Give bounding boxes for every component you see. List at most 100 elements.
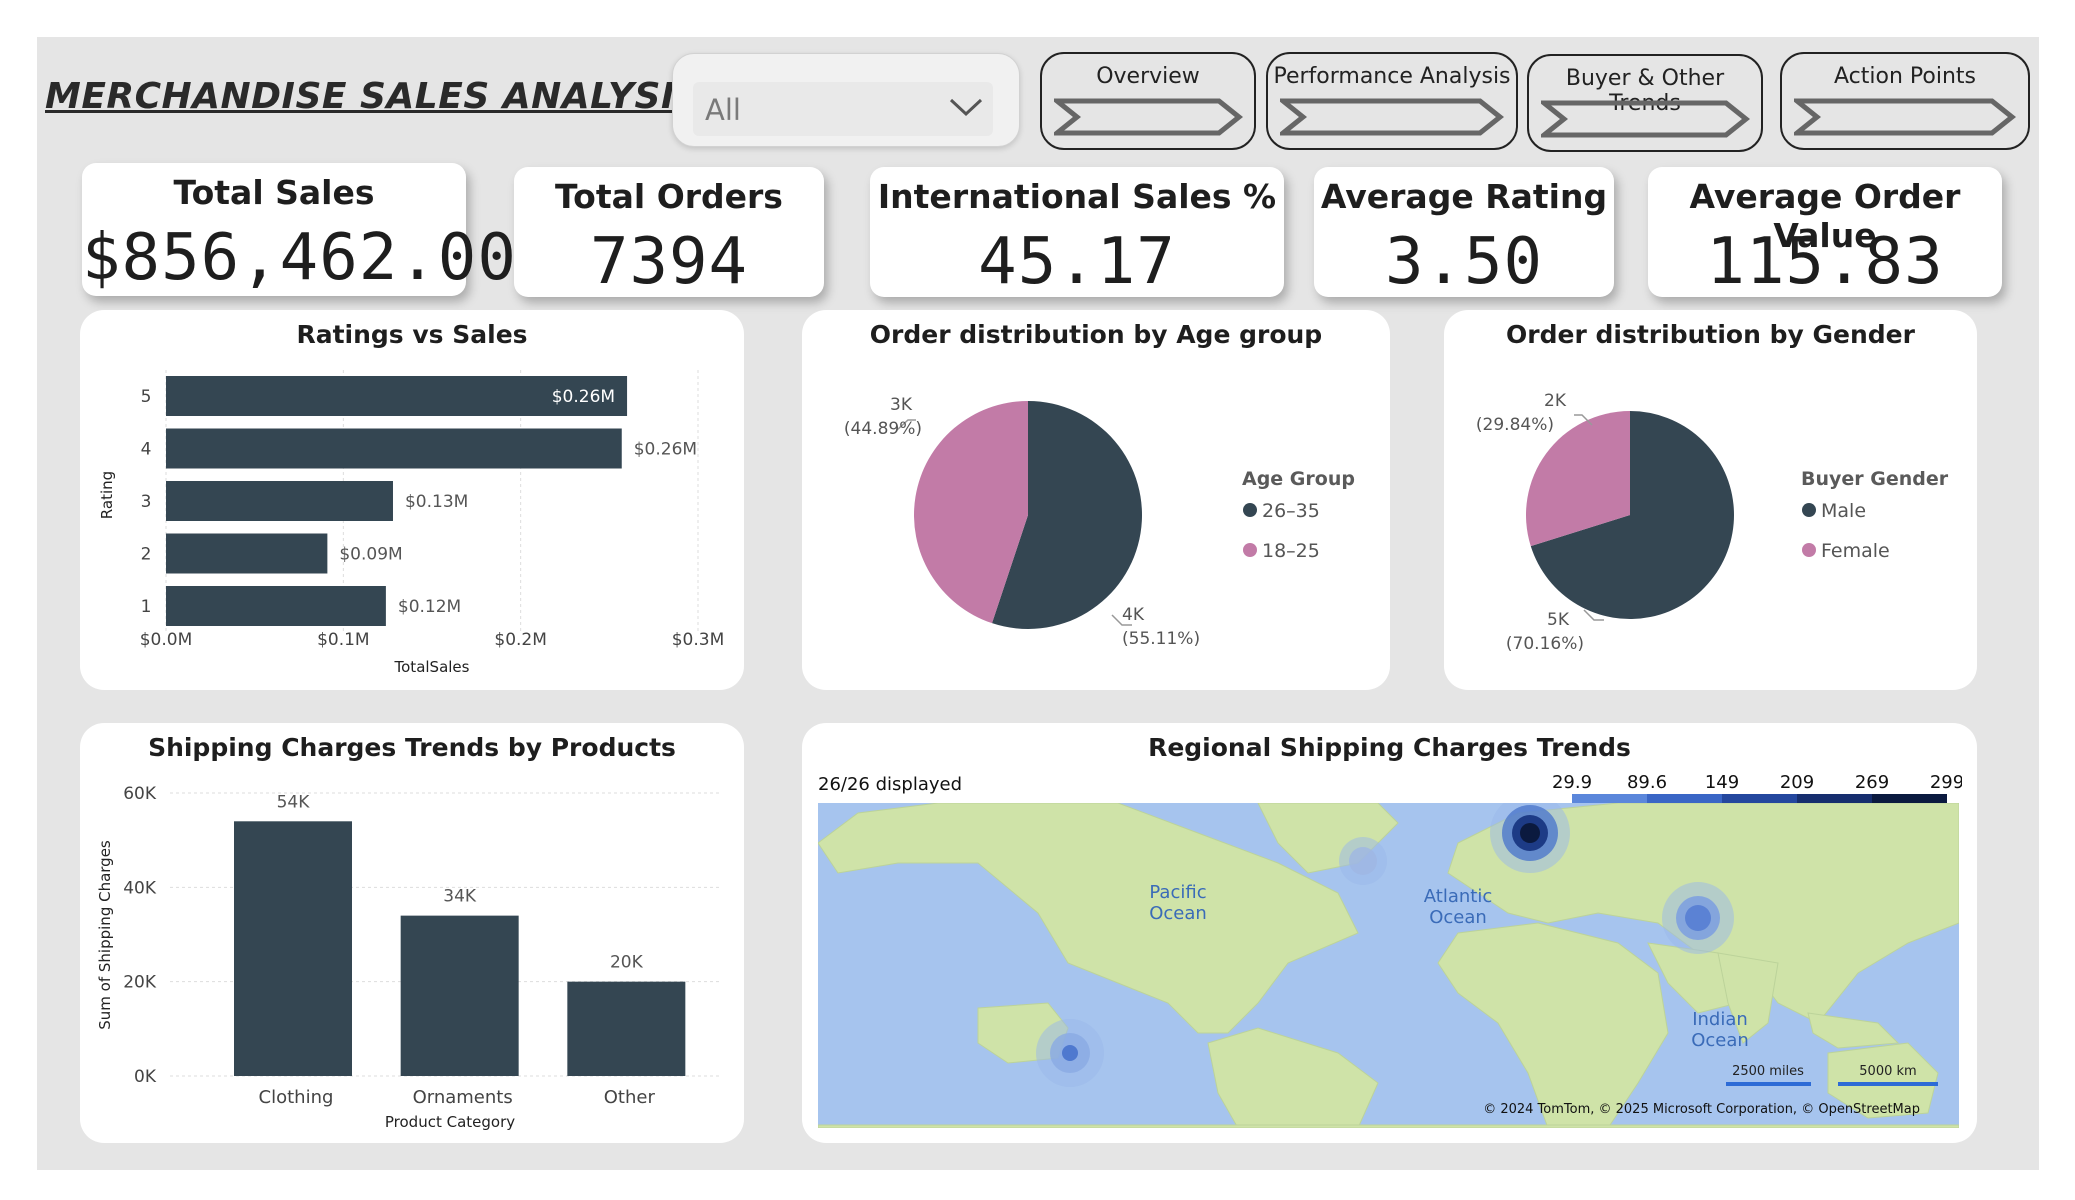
y-tick-label: 4 (141, 440, 152, 460)
x-tick-label: Other (604, 1087, 656, 1108)
x-tick-label: Clothing (259, 1087, 334, 1108)
kpi-average-rating: Average Rating 3.50 (1314, 167, 1614, 299)
nav-buyer-trends-button[interactable]: Buyer & Other Trends (1527, 54, 1763, 152)
nav-label: Action Points (1834, 64, 1976, 89)
shipping-bar-chart: 0K 20K 40K 60K 54K Clothing 34K Ornaments 20K Oth… (96, 784, 720, 1131)
slice-pct-label: (70.16%) (1506, 634, 1584, 654)
legend-marker (1243, 503, 1257, 517)
slice-value-label: 2K (1544, 391, 1567, 411)
y-tick-label: 5 (141, 387, 152, 407)
data-label: 54K (277, 792, 311, 812)
kpi-average-order-value: Average Order Value 115.83 (1648, 167, 2002, 299)
legend-value: 269 (1855, 772, 1889, 793)
x-tick-label: Ornaments (413, 1087, 513, 1108)
kpi-label: Average Rating (1320, 177, 1608, 216)
x-axis-label: TotalSales (394, 658, 470, 676)
ocean-label: Atlantic Ocean (1424, 886, 1492, 928)
legend-title: Buyer Gender (1801, 468, 1949, 490)
bubble-australia[interactable] (1036, 1019, 1104, 1087)
arrow-icon (1794, 98, 2017, 136)
kpi-international-sales: International Sales % 45.17 (870, 167, 1284, 299)
x-axis-label: Product Category (385, 1113, 515, 1131)
kpi-label: International Sales % (877, 177, 1277, 216)
legend-swatch (1872, 794, 1947, 803)
legend-swatch (1572, 794, 1647, 803)
slicer-value[interactable]: All (705, 93, 741, 127)
bar (234, 821, 352, 1076)
y-tick-label: 60K (123, 784, 157, 804)
map-copyright[interactable]: © 2024 TomTom, © 2025 Microsoft Corporat… (1483, 1102, 1920, 1117)
kpi-value: 115.83 (1706, 225, 1944, 299)
x-tick-label: $0.3M (672, 630, 725, 650)
legend-label: 18–25 (1262, 540, 1320, 562)
slice-value-label: 5K (1547, 610, 1570, 630)
nav-overview-button[interactable]: Overview (1040, 52, 1256, 150)
nav-label: Overview (1096, 64, 1200, 89)
y-tick-label: 0K (134, 1067, 157, 1087)
shipping-products-panel: Shipping Charges Trends by Products 0K 20… (80, 723, 744, 1143)
ocean-label: Pacific Ocean (1149, 882, 1207, 924)
svg-text:2500 miles: 2500 miles (1732, 1064, 1804, 1079)
bar (166, 586, 386, 626)
chevron-down-icon[interactable] (948, 96, 984, 122)
slice-pct-label: (29.84%) (1476, 415, 1554, 435)
kpi-value: $856,462.00 (82, 221, 517, 295)
legend-marker (1243, 543, 1257, 557)
data-label: $0.09M (339, 545, 402, 565)
data-label: 34K (443, 887, 477, 907)
legend-value: 89.6 (1627, 772, 1667, 793)
land-south-america (1207, 1027, 1379, 1128)
bar (166, 533, 328, 574)
legend-value: 149 (1705, 772, 1739, 793)
kpi-value: 7394 (589, 225, 749, 299)
legend-swatch (1797, 794, 1872, 803)
color-legend: 29.9 89.6 149 209 269 299 (1552, 772, 1962, 803)
gender-panel: Order distribution by Gender 5K (70.16%) 2… (1444, 310, 1977, 690)
legend-label: Male (1821, 500, 1866, 522)
nav-label: Performance Analysis (1273, 64, 1511, 89)
bubble-india[interactable] (1662, 882, 1734, 954)
kpi-value: 3.50 (1384, 225, 1544, 299)
legend-swatch (1722, 794, 1797, 803)
slice-value-label: 4K (1122, 605, 1145, 625)
bar (567, 981, 686, 1076)
world-map[interactable]: Pacific Ocean Atlantic Ocean Indian Ocean 2… (818, 803, 1959, 1128)
chart-title: Regional Shipping Charges Trends (1148, 733, 1631, 762)
x-tick-label: $0.1M (317, 630, 370, 650)
kpi-total-sales: Total Sales $856,462.00 (82, 163, 517, 296)
slice-pct-label: (55.11%) (1122, 629, 1200, 649)
legend-label: 26–35 (1262, 500, 1320, 522)
ratings-bar-chart: $0.0M $0.1M $0.2M $0.3M 5 $0.26M 4 $0.26M 3 $0.13… (98, 370, 725, 676)
legend-title: Age Group (1242, 468, 1355, 490)
data-label: 20K (610, 953, 644, 973)
y-tick-label: 40K (123, 878, 157, 898)
legend-swatch (1647, 794, 1722, 803)
data-label: $0.26M (552, 387, 615, 407)
age-group-panel: Order distribution by Age group 4K (55.11… (802, 310, 1390, 690)
land-africa (1437, 922, 1669, 1128)
ocean-label: Indian Ocean (1691, 1009, 1749, 1051)
data-label: $0.13M (405, 492, 468, 512)
svg-text:5000 km: 5000 km (1859, 1064, 1916, 1079)
bar (400, 915, 519, 1076)
y-axis-label: Rating (98, 471, 116, 519)
age-pie-chart: 4K (55.11%) 3K (44.89%) Age Group 26–35 18–25 (844, 395, 1355, 649)
legend-value: 209 (1780, 772, 1814, 793)
y-tick-label: 20K (123, 973, 157, 993)
legend-label: Female (1821, 540, 1890, 562)
legend-value: 299 (1930, 772, 1962, 793)
ratings-vs-sales-panel: Ratings vs Sales $0.0M $0.1M $0.2M $0.3M 5 $0… (80, 310, 744, 690)
data-label: $0.12M (398, 597, 461, 617)
nav-performance-button[interactable]: Performance Analysis (1266, 52, 1518, 150)
data-label: $0.26M (634, 440, 697, 460)
nav-action-points-button[interactable]: Action Points (1780, 52, 2030, 150)
bubble-north-america[interactable] (1339, 837, 1387, 885)
bar (166, 481, 393, 521)
displayed-count: 26/26 displayed (818, 774, 963, 795)
kpi-label: Total Orders (555, 177, 783, 216)
kpi-label: Total Sales (173, 173, 375, 212)
page-title: MERCHANDISE SALES ANALYSIS (45, 76, 702, 117)
map-canvas[interactable]: Pacific Ocean Atlantic Ocean Indian Ocean 2… (818, 803, 1959, 1128)
arrow-icon (1541, 100, 1751, 138)
arrow-icon (1054, 98, 1244, 136)
